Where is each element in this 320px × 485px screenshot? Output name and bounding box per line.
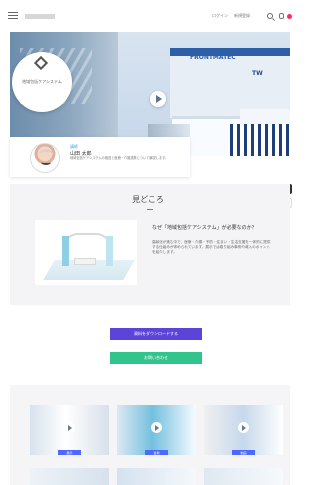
gallery-thumbnail[interactable]: 動画	[204, 405, 283, 455]
menu-icon[interactable]	[8, 12, 18, 20]
speaker-avatar	[30, 143, 60, 173]
badge-text: 地域包括ケアシステム	[22, 79, 62, 84]
section-title: 見どころ	[132, 195, 164, 204]
play-icon[interactable]	[64, 422, 75, 433]
booth-stripes	[230, 124, 290, 156]
login-link[interactable]: ログイン	[212, 13, 228, 19]
gallery-thumbnail[interactable]	[30, 468, 109, 485]
top-header: ログイン 新規登録	[0, 0, 296, 32]
render-pillar-left	[62, 236, 69, 266]
render-desk	[74, 258, 96, 265]
booth-wall-text: FRONTMATEC	[190, 54, 236, 61]
thumbnail-tag: 会場	[145, 450, 168, 455]
contact-button[interactable]: お問い合わせ	[110, 352, 202, 364]
gallery-thumbnail[interactable]	[117, 468, 196, 485]
play-icon[interactable]	[151, 422, 162, 433]
booth-wall-mark: TW	[252, 70, 263, 77]
download-button[interactable]: 資料をダウンロードする	[110, 328, 202, 340]
notification-icon[interactable]	[287, 14, 292, 19]
thumbnail-tag: 展示	[58, 450, 81, 455]
info-text: 高齢化が進む中で、医療・介護・予防・住まい・生活支援を一体的に提供する仕組みが求…	[152, 240, 271, 254]
thumbnail-tag: 動画	[232, 450, 255, 455]
speaker-description: 地域包括ケアシステムの推進と医療・介護連携について解説します。	[70, 156, 169, 160]
user-icon[interactable]	[279, 13, 284, 19]
header-navigation: ログイン 新規登録	[212, 13, 250, 19]
info-title: なぜ「地域包括ケアシステム」が必要なのか？	[152, 225, 257, 231]
gallery-thumbnail[interactable]: 会場	[117, 405, 196, 455]
gallery-thumbnail[interactable]: 展示	[30, 405, 109, 455]
site-logo[interactable]	[25, 14, 55, 19]
render-pillar-right	[106, 236, 113, 266]
gallery-thumbnail[interactable]	[204, 468, 283, 485]
play-icon[interactable]	[238, 422, 249, 433]
search-icon[interactable]	[267, 13, 273, 19]
hero-play-button[interactable]	[150, 91, 166, 107]
section-title-underline	[147, 209, 153, 210]
signup-link[interactable]: 新規登録	[234, 13, 250, 19]
